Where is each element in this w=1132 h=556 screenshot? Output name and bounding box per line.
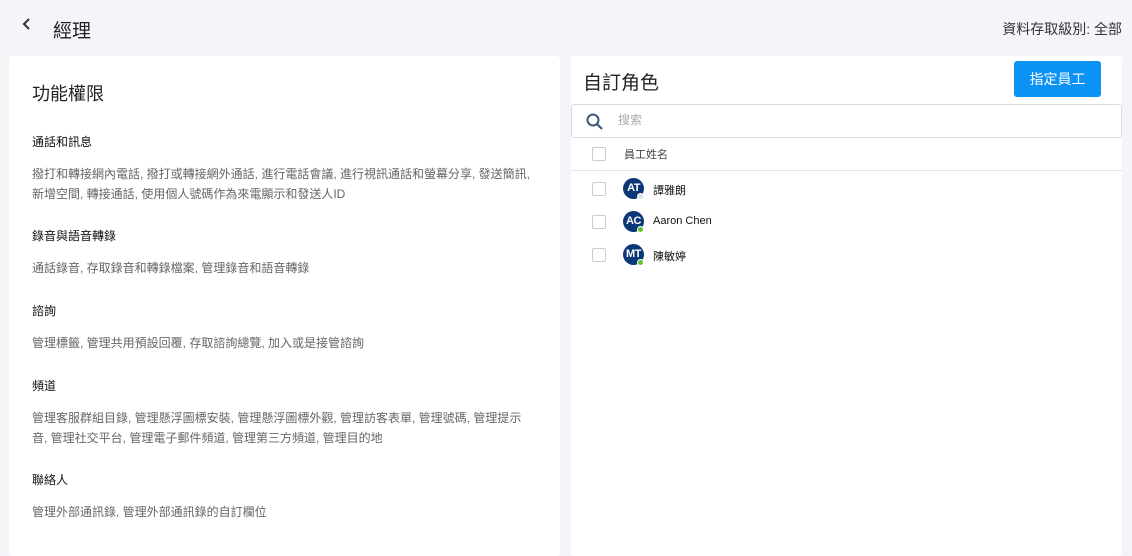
permission-section: 通話和訊息撥打和轉接網內電話, 撥打或轉接網外通話, 進行電話會議, 進行視訊通… [32,133,532,204]
employee-row[interactable]: AC Aaron Chen [571,207,1122,239]
section-title: 頻道 [32,379,57,393]
top-bar: 經理 資料存取級別: 全部 [0,0,1132,56]
section-desc: 管理客服群組目錄, 管理懸浮圖標安裝, 管理懸浮圖標外觀, 管理訪客表單, 管理… [32,411,522,445]
employee-name: 陳敏婷 [653,251,686,263]
status-dot-icon [637,226,644,233]
section-desc: 管理外部通訊錄, 管理外部通訊錄的自訂欄位 [32,505,267,519]
custom-role-panel: 自訂角色 指定員工 員工姓名 AT 譚雅朗 AC Aaron Chen MT 陳… [571,56,1122,556]
employee-row[interactable]: AT 譚雅朗 [571,174,1122,206]
assign-employee-button[interactable]: 指定員工 [1014,61,1101,97]
section-title: 聯絡人 [32,473,69,487]
permission-section: 聯絡人管理外部通訊錄, 管理外部通訊錄的自訂欄位 [32,471,532,522]
data-access-level: 資料存取級別: 全部 [1002,21,1122,37]
section-desc: 通話錄音, 存取錄音和轉錄檔案, 管理錄音和語音轉錄 [32,261,310,275]
section-title: 諮詢 [32,304,57,318]
section-desc: 管理標籤, 管理共用預設回覆, 存取諮詢總覽, 加入或是接管諮詢 [32,336,365,350]
permission-section: 錄音與語音轉錄通話錄音, 存取錄音和轉錄檔案, 管理錄音和語音轉錄 [32,227,532,278]
permission-section: 諮詢管理標籤, 管理共用預設回覆, 存取諮詢總覽, 加入或是接管諮詢 [32,302,532,353]
section-title: 錄音與語音轉錄 [32,229,117,243]
employee-row[interactable]: MT 陳敏婷 [571,240,1122,272]
permission-section: 頻道管理客服群組目錄, 管理懸浮圖標安裝, 管理懸浮圖標外觀, 管理訪客表單, … [32,377,532,448]
column-header-name: 員工姓名 [624,149,668,161]
status-dot-icon [637,259,644,266]
permissions-title: 功能權限 [32,84,104,104]
page-title: 經理 [53,21,92,42]
section-title: 通話和訊息 [32,135,93,149]
role-title: 自訂角色 [583,73,660,94]
permissions-panel: 功能權限 通話和訊息撥打和轉接網內電話, 撥打或轉接網外通話, 進行電話會議, … [9,56,560,556]
section-desc: 撥打和轉接網內電話, 撥打或轉接網外通話, 進行電話會議, 進行視訊通話和螢幕分… [32,167,531,201]
search-box [571,104,1122,138]
search-icon [586,113,603,130]
employee-checkbox[interactable] [592,248,606,262]
employee-name: 譚雅朗 [653,185,686,197]
status-dot-icon [637,193,644,200]
back-chevron-icon[interactable] [20,16,36,36]
table-header: 員工姓名 [571,138,1122,171]
search-input[interactable] [618,113,1018,127]
employee-name: Aaron Chen [653,215,712,227]
employee-checkbox[interactable] [592,182,606,196]
select-all-checkbox[interactable] [592,147,606,161]
employee-checkbox[interactable] [592,215,606,229]
